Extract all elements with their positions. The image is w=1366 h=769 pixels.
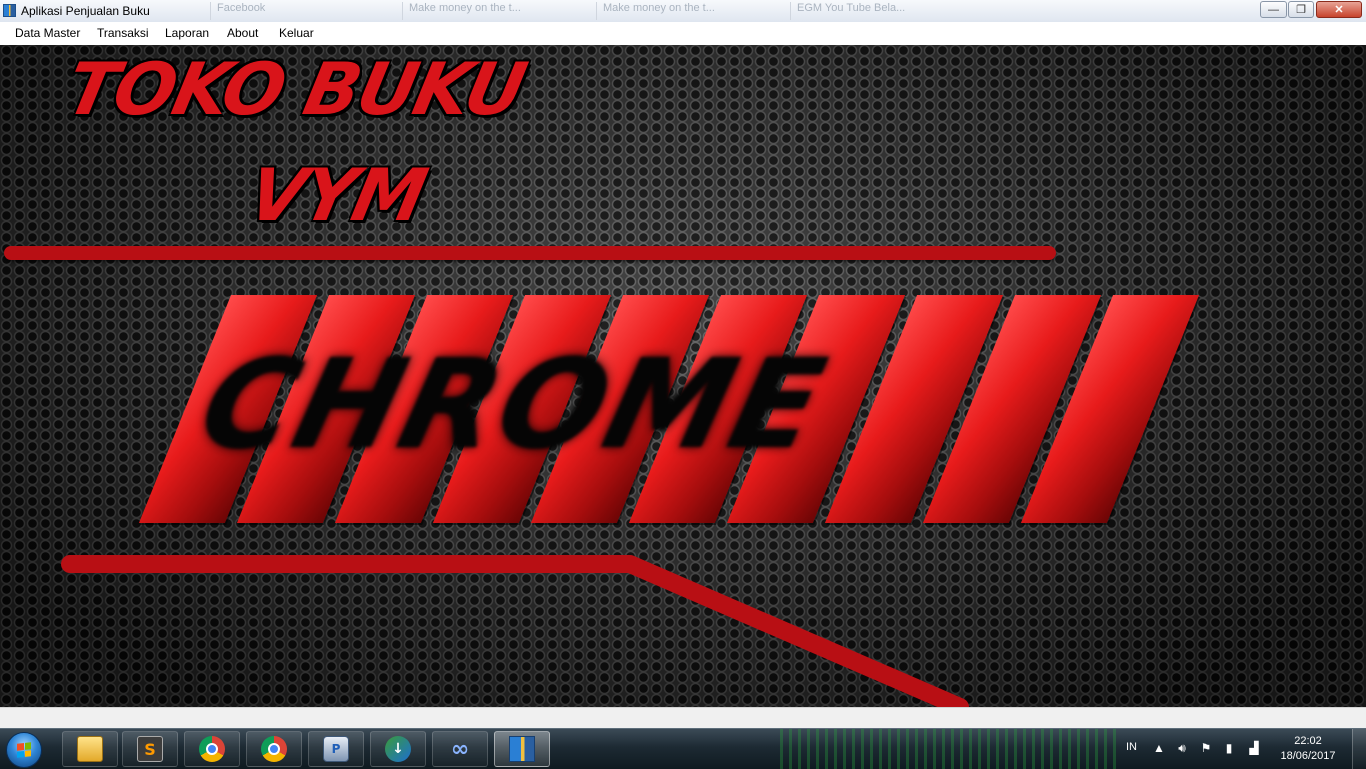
menu-transaksi[interactable]: Transaksi bbox=[97, 26, 149, 40]
background-tab: Facebook bbox=[210, 2, 397, 20]
window-title-bar: Aplikasi Penjualan Buku Facebook Make mo… bbox=[0, 0, 1366, 23]
background-tab: Make money on the t... bbox=[402, 2, 595, 20]
clock-date: 18/06/2017 bbox=[1280, 750, 1336, 762]
taskbar-infinity-app[interactable]: ∞ bbox=[432, 731, 488, 767]
taskbar-book-app[interactable] bbox=[494, 731, 550, 767]
taskbar-explorer[interactable] bbox=[62, 731, 118, 767]
menu-data-master[interactable]: Data Master bbox=[15, 26, 80, 40]
main-banner-image: TOKO BUKU VYM CHROME bbox=[0, 45, 1366, 707]
system-clock[interactable]: 22:02 18/06/2017 bbox=[1276, 734, 1340, 764]
sublime-icon: S bbox=[137, 736, 163, 762]
chrome-icon bbox=[199, 736, 225, 762]
chrome-text: CHROME bbox=[187, 333, 839, 477]
menu-laporan[interactable]: Laporan bbox=[165, 26, 209, 40]
taskbar-chrome-2[interactable] bbox=[246, 731, 302, 767]
minimize-button[interactable]: — bbox=[1260, 1, 1287, 18]
volume-icon[interactable]: 🔊︎ bbox=[1175, 741, 1189, 755]
menu-about[interactable]: About bbox=[227, 26, 258, 40]
book-app-icon bbox=[3, 4, 16, 17]
book-app-icon bbox=[509, 736, 535, 762]
action-center-flag-icon[interactable]: ⚑ bbox=[1199, 741, 1213, 755]
power-icon[interactable]: ▮ bbox=[1222, 741, 1236, 755]
infinity-icon: ∞ bbox=[450, 736, 470, 762]
background-tab: Make money on the t... bbox=[596, 2, 789, 20]
folder-icon bbox=[77, 736, 103, 762]
taskbar-chrome-1[interactable] bbox=[184, 731, 240, 767]
menu-keluar[interactable]: Keluar bbox=[279, 26, 314, 40]
windows-logo-icon bbox=[17, 742, 31, 758]
taskbar-idm[interactable]: ↓ bbox=[370, 731, 426, 767]
background-tab: EGM You Tube Bela... bbox=[790, 2, 983, 20]
chrome-icon bbox=[261, 736, 287, 762]
taskbar-sublime[interactable]: S bbox=[122, 731, 178, 767]
start-button[interactable] bbox=[6, 732, 42, 768]
idm-icon: ↓ bbox=[385, 736, 411, 762]
taskbar: S P ↓ ∞ IN ▲ 🔊︎ ⚑ ▮ ▟ 22:02 18/06/2017 bbox=[0, 728, 1366, 769]
status-bar bbox=[0, 707, 1366, 729]
clock-time: 22:02 bbox=[1294, 735, 1322, 747]
maximize-button[interactable]: ❐ bbox=[1288, 1, 1314, 18]
taskbar-printer-app[interactable]: P bbox=[308, 731, 364, 767]
close-button[interactable]: ✕ bbox=[1316, 1, 1362, 18]
printer-icon: P bbox=[323, 736, 349, 762]
show-desktop-button[interactable] bbox=[1352, 729, 1366, 769]
show-hidden-icons-icon[interactable]: ▲ bbox=[1152, 741, 1166, 755]
network-signal-icon[interactable]: ▟ bbox=[1247, 741, 1261, 755]
menu-bar: Data Master Transaksi Laporan About Kelu… bbox=[0, 22, 1366, 46]
window-title: Aplikasi Penjualan Buku bbox=[21, 4, 150, 18]
language-indicator[interactable]: IN bbox=[1126, 741, 1137, 753]
